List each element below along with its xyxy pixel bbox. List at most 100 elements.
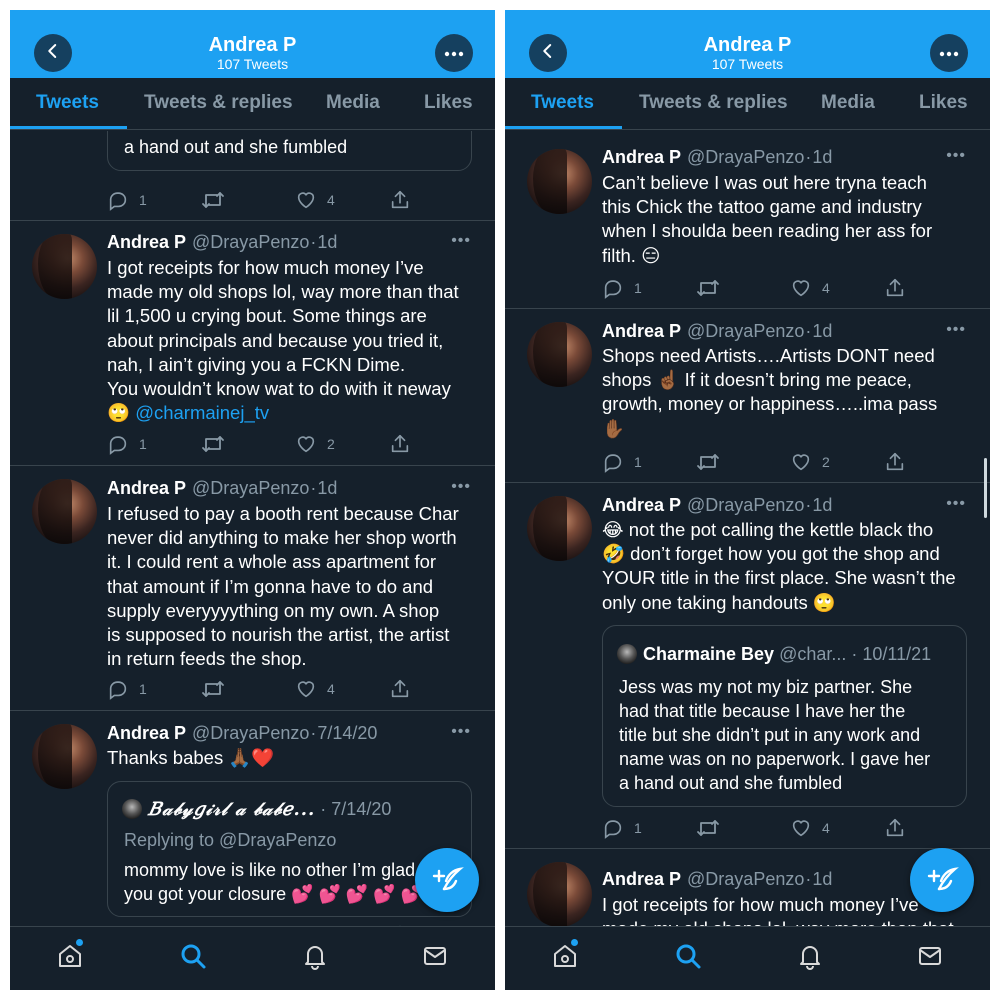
- avatar[interactable]: [527, 322, 592, 387]
- search-tab-button[interactable]: [673, 943, 703, 973]
- author-name[interactable]: Andrea P: [602, 869, 681, 889]
- action-count: 1: [634, 454, 642, 470]
- share-button[interactable]: [884, 277, 906, 299]
- share-button[interactable]: [389, 189, 411, 211]
- tweet-options-icon[interactable]: •••: [946, 321, 966, 339]
- tweet-timestamp[interactable]: 1d: [812, 321, 832, 341]
- author-handle[interactable]: @DrayaPenzo: [192, 723, 309, 743]
- tweet-timeline: a hand out and she fumbled 1 4 Andrea P @Dra…: [10, 131, 495, 926]
- like-button[interactable]: 2: [790, 451, 830, 473]
- tweet-actions: 14: [602, 817, 904, 839]
- author-name[interactable]: Andrea P: [602, 147, 681, 167]
- tweet-timestamp[interactable]: 1d: [317, 232, 337, 252]
- retweet-button[interactable]: [201, 189, 225, 211]
- tab-media[interactable]: Media: [326, 92, 380, 114]
- notifications-tab-button[interactable]: [795, 943, 825, 973]
- share-button[interactable]: [389, 678, 411, 700]
- avatar[interactable]: [527, 862, 592, 926]
- like-button[interactable]: 4: [295, 678, 335, 700]
- tab-likes[interactable]: Likes: [919, 92, 968, 114]
- tweet-timestamp[interactable]: 1d: [812, 495, 832, 515]
- tab-media[interactable]: Media: [821, 92, 875, 114]
- reply-button[interactable]: 1: [602, 817, 642, 839]
- quoted-author-handle: @char...: [779, 644, 847, 664]
- reply-button[interactable]: 1: [107, 433, 147, 455]
- mention-link[interactable]: @charmainej_tv: [135, 402, 269, 423]
- author-handle[interactable]: @DrayaPenzo: [192, 478, 309, 498]
- search-tab-button[interactable]: [178, 943, 208, 973]
- more-button[interactable]: [930, 34, 968, 72]
- author-handle[interactable]: @DrayaPenzo: [687, 147, 804, 167]
- share-button[interactable]: [389, 433, 411, 455]
- retweet-button[interactable]: [696, 817, 720, 839]
- messages-tab-button[interactable]: [915, 943, 945, 973]
- quoted-tweet-card[interactable]: Charmaine Bey @char... · 10/11/21 Jess wa…: [602, 625, 967, 807]
- retweet-button[interactable]: [696, 451, 720, 473]
- retweet-button[interactable]: [201, 678, 225, 700]
- author-name[interactable]: Andrea P: [602, 495, 681, 515]
- retweet-button[interactable]: [696, 277, 720, 299]
- avatar[interactable]: [527, 496, 592, 561]
- share-icon: [884, 277, 906, 299]
- like-button[interactable]: 4: [295, 189, 335, 211]
- tweet-options-icon[interactable]: •••: [451, 723, 471, 741]
- reply-button[interactable]: 1: [107, 678, 147, 700]
- tweet-options-icon[interactable]: •••: [451, 232, 471, 250]
- share-button[interactable]: [884, 451, 906, 473]
- tab-tweets[interactable]: Tweets: [36, 92, 99, 114]
- tweet-timestamp[interactable]: 1d: [812, 147, 832, 167]
- author-handle[interactable]: @DrayaPenzo: [192, 232, 309, 252]
- profile-name: Andrea P: [703, 34, 792, 56]
- like-button[interactable]: 4: [790, 277, 830, 299]
- scrollbar[interactable]: [984, 458, 987, 518]
- retweet-button[interactable]: [201, 433, 225, 455]
- avatar[interactable]: [32, 724, 97, 789]
- avatar[interactable]: [32, 234, 97, 299]
- author-handle[interactable]: @DrayaPenzo: [687, 869, 804, 889]
- tweet-options-icon[interactable]: •••: [946, 147, 966, 165]
- compose-tweet-button[interactable]: [415, 848, 479, 912]
- like-button[interactable]: 2: [295, 433, 335, 455]
- tab-likes[interactable]: Likes: [424, 92, 473, 114]
- tweet-actions: 12: [602, 451, 904, 473]
- avatar[interactable]: [32, 479, 97, 544]
- tab-tweets-replies[interactable]: Tweets & replies: [144, 92, 293, 114]
- like-button[interactable]: 4: [790, 817, 830, 839]
- share-icon: [884, 817, 906, 839]
- home-tab-button[interactable]: [550, 943, 580, 973]
- quoted-tweet-card[interactable]: a hand out and she fumbled: [107, 131, 472, 171]
- retweet-icon: [696, 451, 720, 473]
- retweet-icon: [696, 817, 720, 839]
- tweet-options-icon[interactable]: •••: [451, 478, 471, 496]
- profile-name: Andrea P: [208, 34, 297, 56]
- author-name[interactable]: Andrea P: [107, 478, 186, 498]
- tweet-timestamp[interactable]: 1d: [812, 869, 832, 889]
- tweet-divider: [10, 710, 495, 711]
- share-button[interactable]: [884, 817, 906, 839]
- tweet-options-icon[interactable]: •••: [946, 495, 966, 513]
- tweet-timestamp[interactable]: 7/14/20: [317, 723, 377, 743]
- reply-button[interactable]: 1: [602, 451, 642, 473]
- tab-tweets-replies[interactable]: Tweets & replies: [639, 92, 788, 114]
- author-name[interactable]: Andrea P: [107, 723, 186, 743]
- retweet-icon: [696, 277, 720, 299]
- reply-button[interactable]: 1: [107, 189, 147, 211]
- reply-button[interactable]: 1: [602, 277, 642, 299]
- tab-tweets[interactable]: Tweets: [531, 92, 594, 114]
- messages-tab-button[interactable]: [420, 943, 450, 973]
- author-name[interactable]: Andrea P: [107, 232, 186, 252]
- more-button[interactable]: [435, 34, 473, 72]
- compose-tweet-icon: [925, 861, 959, 900]
- author-name[interactable]: Andrea P: [602, 321, 681, 341]
- quoted-author-name: Charmaine Bey: [643, 644, 775, 664]
- quoted-tweet-card[interactable]: 𝐵𝒶𝒷𝓎𝑔𝒾𝓇𝓁 𝒶 𝒷𝒶𝒷𝑒... · 7/14/20 Replying to …: [107, 781, 472, 917]
- compose-tweet-button[interactable]: [910, 848, 974, 912]
- notifications-tab-button[interactable]: [300, 943, 330, 973]
- share-icon: [884, 451, 906, 473]
- home-tab-button[interactable]: [55, 943, 85, 973]
- tweet-timestamp[interactable]: 1d: [317, 478, 337, 498]
- avatar[interactable]: [527, 149, 592, 214]
- author-handle[interactable]: @DrayaPenzo: [687, 321, 804, 341]
- header-title-block: Andrea P 107 Tweets: [10, 34, 495, 72]
- author-handle[interactable]: @DrayaPenzo: [687, 495, 804, 515]
